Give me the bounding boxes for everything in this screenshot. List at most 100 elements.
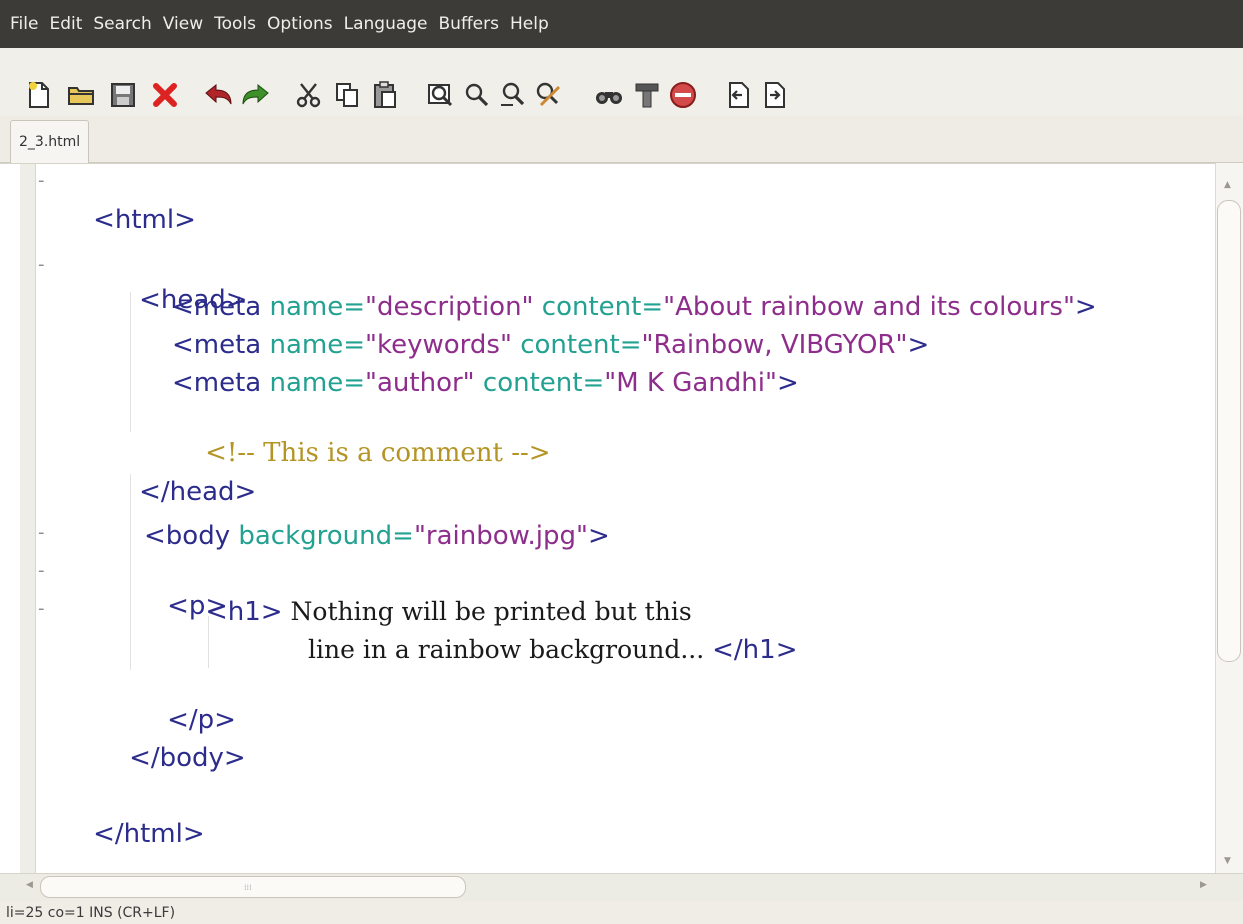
scroll-left-icon[interactable]: ◀ xyxy=(26,880,33,890)
copy-icon xyxy=(336,83,358,107)
find-next-icon xyxy=(465,83,489,107)
html-tag: > xyxy=(907,330,930,360)
html-tag: <body xyxy=(144,521,239,551)
html-tag: <html> xyxy=(93,205,196,235)
previous-buffer-button[interactable] xyxy=(722,78,756,112)
code-line: <body background="rainbow.jpg"> xyxy=(144,520,610,552)
html-tag: </h1> xyxy=(712,635,798,665)
html-attribute: background= xyxy=(238,521,414,551)
fold-gutter xyxy=(20,164,36,874)
find-next-button[interactable] xyxy=(460,78,494,112)
find-previous-button[interactable] xyxy=(496,78,530,112)
find-previous-icon xyxy=(501,82,525,106)
attribute-value: "M K Gandhi" xyxy=(604,368,777,398)
horizontal-scroll-thumb[interactable] xyxy=(40,876,466,898)
menu-language[interactable]: Language xyxy=(335,14,428,34)
tab-strip xyxy=(0,116,1243,163)
html-attribute: content= xyxy=(482,368,605,398)
html-attribute: content= xyxy=(520,330,642,360)
find-button[interactable] xyxy=(424,78,458,112)
editor-area[interactable]: - - - - - <html> <head> <meta name="desc… xyxy=(0,163,1243,874)
find-in-files-icon xyxy=(596,92,622,104)
previous-buffer-icon xyxy=(729,82,749,108)
next-buffer-button[interactable] xyxy=(758,78,792,112)
build-icon xyxy=(635,83,659,108)
close-icon xyxy=(153,83,177,107)
stop-button[interactable] xyxy=(666,78,700,112)
cut-button[interactable] xyxy=(292,78,326,112)
fold-marker[interactable]: - xyxy=(38,522,45,543)
fold-marker[interactable]: - xyxy=(38,170,45,191)
menu-edit[interactable]: Edit xyxy=(40,14,82,34)
paste-button[interactable] xyxy=(368,78,402,112)
code-line: </html> xyxy=(60,786,205,882)
copy-button[interactable] xyxy=(330,78,364,112)
code-line: line in a rainbow background... </h1> xyxy=(308,634,798,666)
replace-icon xyxy=(536,82,561,107)
html-tag: > xyxy=(587,521,610,551)
next-buffer-icon xyxy=(765,82,785,108)
menu-search[interactable]: Search xyxy=(84,14,151,34)
find-icon xyxy=(428,84,453,107)
undo-icon xyxy=(205,84,232,105)
attribute-value: "description" xyxy=(365,292,534,322)
menu-help[interactable]: Help xyxy=(501,14,549,34)
html-attribute: name= xyxy=(269,292,366,322)
fold-marker[interactable]: - xyxy=(38,598,45,619)
attribute-value: "author" xyxy=(365,368,475,398)
save-icon xyxy=(111,83,135,107)
scroll-down-icon[interactable]: ▼ xyxy=(1224,856,1231,866)
tab-2-3-html[interactable]: 2_3.html xyxy=(10,120,90,163)
html-attribute: name= xyxy=(269,368,366,398)
menu-tools[interactable]: Tools xyxy=(205,14,256,34)
cut-icon xyxy=(296,83,321,108)
html-tag: > xyxy=(776,368,799,398)
fold-marker[interactable]: - xyxy=(38,560,45,581)
open-button[interactable] xyxy=(64,78,98,112)
replace-button[interactable] xyxy=(532,78,566,112)
new-file-button[interactable] xyxy=(22,78,56,112)
close-button[interactable] xyxy=(148,78,182,112)
redo-icon xyxy=(242,84,269,105)
html-tag: <meta xyxy=(172,330,270,360)
html-tag: </head> xyxy=(139,477,257,507)
html-tag: > xyxy=(1074,292,1097,322)
html-comment: <!-- This is a comment --> xyxy=(205,438,551,468)
scroll-up-icon[interactable]: ▲ xyxy=(1224,180,1231,190)
save-button[interactable] xyxy=(106,78,140,112)
scroll-grip-icon: ⁞⁞⁞ xyxy=(244,883,252,892)
code-line: <meta name="keywords" content="Rainbow, … xyxy=(172,329,929,361)
attribute-value: "rainbow.jpg" xyxy=(413,521,588,551)
attribute-value: "About rainbow and its colours" xyxy=(663,292,1075,322)
code-line: <meta name="description" content="About … xyxy=(172,291,1097,323)
tab-label: 2_3.html xyxy=(19,134,81,150)
menu-buffers[interactable]: Buffers xyxy=(430,14,499,34)
html-attribute: name= xyxy=(269,330,366,360)
plain-text: line in a rainbow background... xyxy=(308,635,713,664)
attribute-value: "keywords" xyxy=(365,330,512,360)
fold-marker[interactable]: - xyxy=(38,254,45,275)
html-attribute: content= xyxy=(541,292,664,322)
html-tag: </html> xyxy=(93,819,205,849)
html-tag: <meta xyxy=(172,292,270,322)
menu-view[interactable]: View xyxy=(154,14,203,34)
menubar: File Edit Search View Tools Options Lang… xyxy=(0,0,1243,48)
open-folder-icon xyxy=(68,87,94,105)
plain-text: Nothing will be printed but this xyxy=(282,597,692,626)
scroll-right-icon[interactable]: ▶ xyxy=(1200,880,1207,890)
undo-button[interactable] xyxy=(202,78,236,112)
vertical-scroll-thumb[interactable] xyxy=(1217,200,1241,662)
code-line: <meta name="author" content="M K Gandhi"… xyxy=(172,367,799,399)
build-button[interactable] xyxy=(630,78,664,112)
redo-button[interactable] xyxy=(238,78,272,112)
menu-file[interactable]: File xyxy=(0,14,38,34)
html-tag: <h1> xyxy=(206,597,283,627)
status-text: li=25 co=1 INS (CR+LF) xyxy=(6,904,176,921)
find-in-files-button[interactable] xyxy=(592,78,626,112)
stop-icon xyxy=(670,82,696,108)
menu-options[interactable]: Options xyxy=(258,14,333,34)
code-line: <h1> Nothing will be printed but this xyxy=(206,596,692,628)
new-file-icon xyxy=(29,82,49,108)
